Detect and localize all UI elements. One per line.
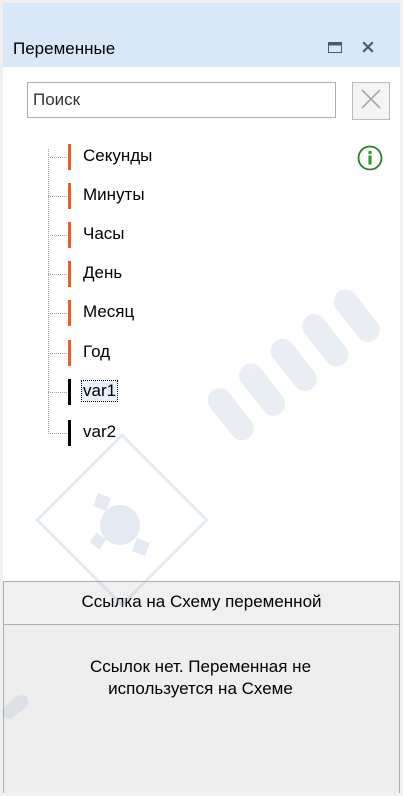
variable-label: var2 (83, 422, 117, 441)
variable-marker (68, 222, 71, 248)
variable-marker (68, 379, 71, 405)
variables-panel: Переменные Поиск Секунды Минуты Часы Ден… (0, 0, 403, 796)
variable-label: Секунды (83, 146, 153, 165)
reference-body (3, 625, 400, 793)
variable-label: Минуты (83, 185, 145, 204)
variable-label: Год (83, 342, 111, 361)
variable-item-var1[interactable]: var1 (48, 379, 298, 405)
variable-item-seconds[interactable]: Секунды (48, 144, 298, 170)
clear-search-button[interactable] (352, 82, 390, 120)
variable-item-month[interactable]: Месяц (48, 300, 298, 326)
variable-marker (68, 144, 71, 170)
reference-message-line1: Ссылок нет. Переменная не (89, 657, 312, 676)
close-icon (362, 38, 374, 58)
variable-item-hours[interactable]: Часы (48, 222, 298, 248)
panel-title: Переменные (13, 39, 116, 58)
close-button[interactable] (357, 37, 379, 59)
variable-marker (68, 183, 71, 209)
clear-x-icon (360, 88, 382, 115)
variable-marker (68, 300, 71, 326)
variable-item-minutes[interactable]: Минуты (48, 183, 298, 209)
reference-message-line2: используется на Схеме (108, 679, 293, 698)
info-icon[interactable] (357, 145, 383, 171)
variable-marker (68, 420, 71, 446)
variable-item-day[interactable]: День (48, 261, 298, 287)
maximize-button[interactable] (324, 37, 346, 59)
variable-marker (68, 261, 71, 287)
reference-header: Ссылка на Схему переменной (3, 581, 400, 625)
variable-marker (68, 340, 71, 366)
variable-item-var2[interactable]: var2 (48, 420, 298, 446)
maximize-icon (328, 38, 342, 58)
reference-message: Ссылок нет. Переменная не используется н… (30, 656, 371, 700)
variable-item-year[interactable]: Год (48, 340, 298, 366)
search-input[interactable] (27, 82, 336, 118)
panel-titlebar[interactable]: Переменные (3, 3, 400, 67)
variable-label: Часы (83, 224, 125, 243)
variable-label: День (83, 263, 123, 282)
variable-label: Месяц (83, 302, 135, 321)
variable-label: var1 (80, 380, 119, 402)
